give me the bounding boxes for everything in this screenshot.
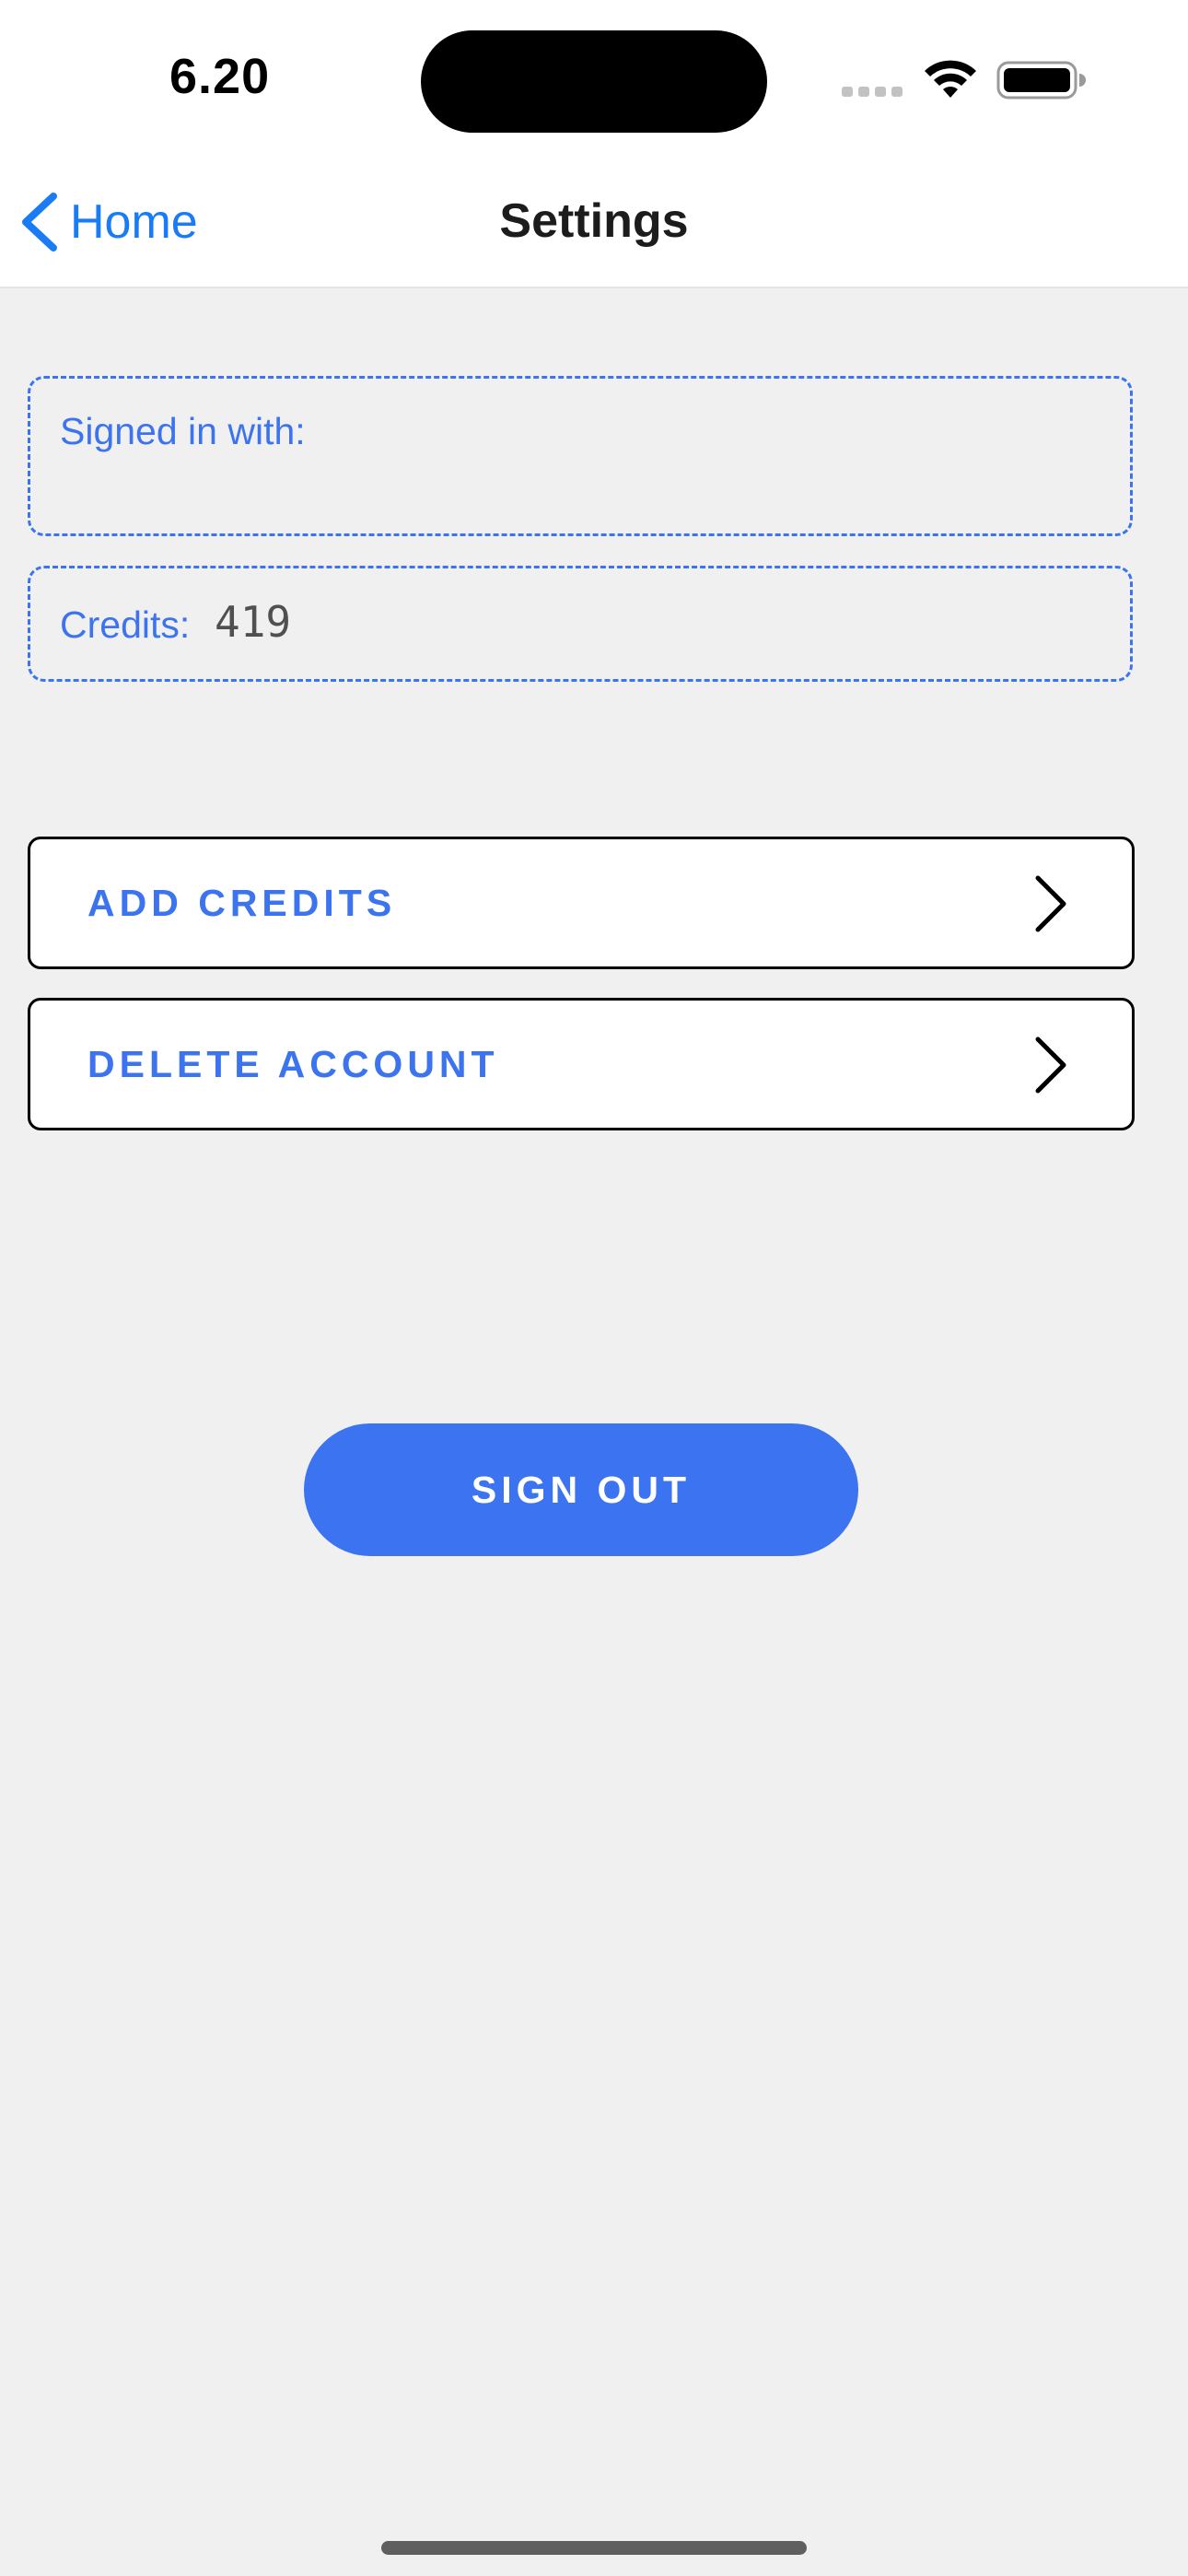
home-indicator[interactable]	[381, 2541, 807, 2555]
dynamic-island	[421, 30, 767, 133]
add-credits-label: ADD CREDITS	[87, 882, 397, 924]
status-bar: 6.20	[0, 0, 1188, 162]
delete-account-button[interactable]: DELETE ACCOUNT	[28, 998, 1135, 1130]
credits-label: Credits:	[60, 603, 191, 646]
signed-in-box: Signed in with:	[28, 376, 1133, 536]
navigation-bar: Home Settings	[0, 162, 1188, 288]
chevron-right-icon	[1035, 1036, 1066, 1094]
add-credits-button[interactable]: ADD CREDITS	[28, 837, 1135, 969]
status-time: 6.20	[169, 49, 271, 104]
credits-value: 419	[215, 597, 292, 647]
page-title: Settings	[499, 194, 689, 248]
delete-account-label: DELETE ACCOUNT	[87, 1043, 499, 1085]
credits-box: Credits: 419	[28, 566, 1133, 682]
signed-in-label: Signed in with:	[60, 410, 306, 452]
sign-out-button[interactable]: SIGN OUT	[304, 1423, 858, 1556]
battery-icon	[996, 61, 1086, 100]
signal-icon	[842, 87, 903, 98]
wifi-icon	[925, 60, 976, 98]
chevron-right-icon	[1035, 875, 1066, 932]
